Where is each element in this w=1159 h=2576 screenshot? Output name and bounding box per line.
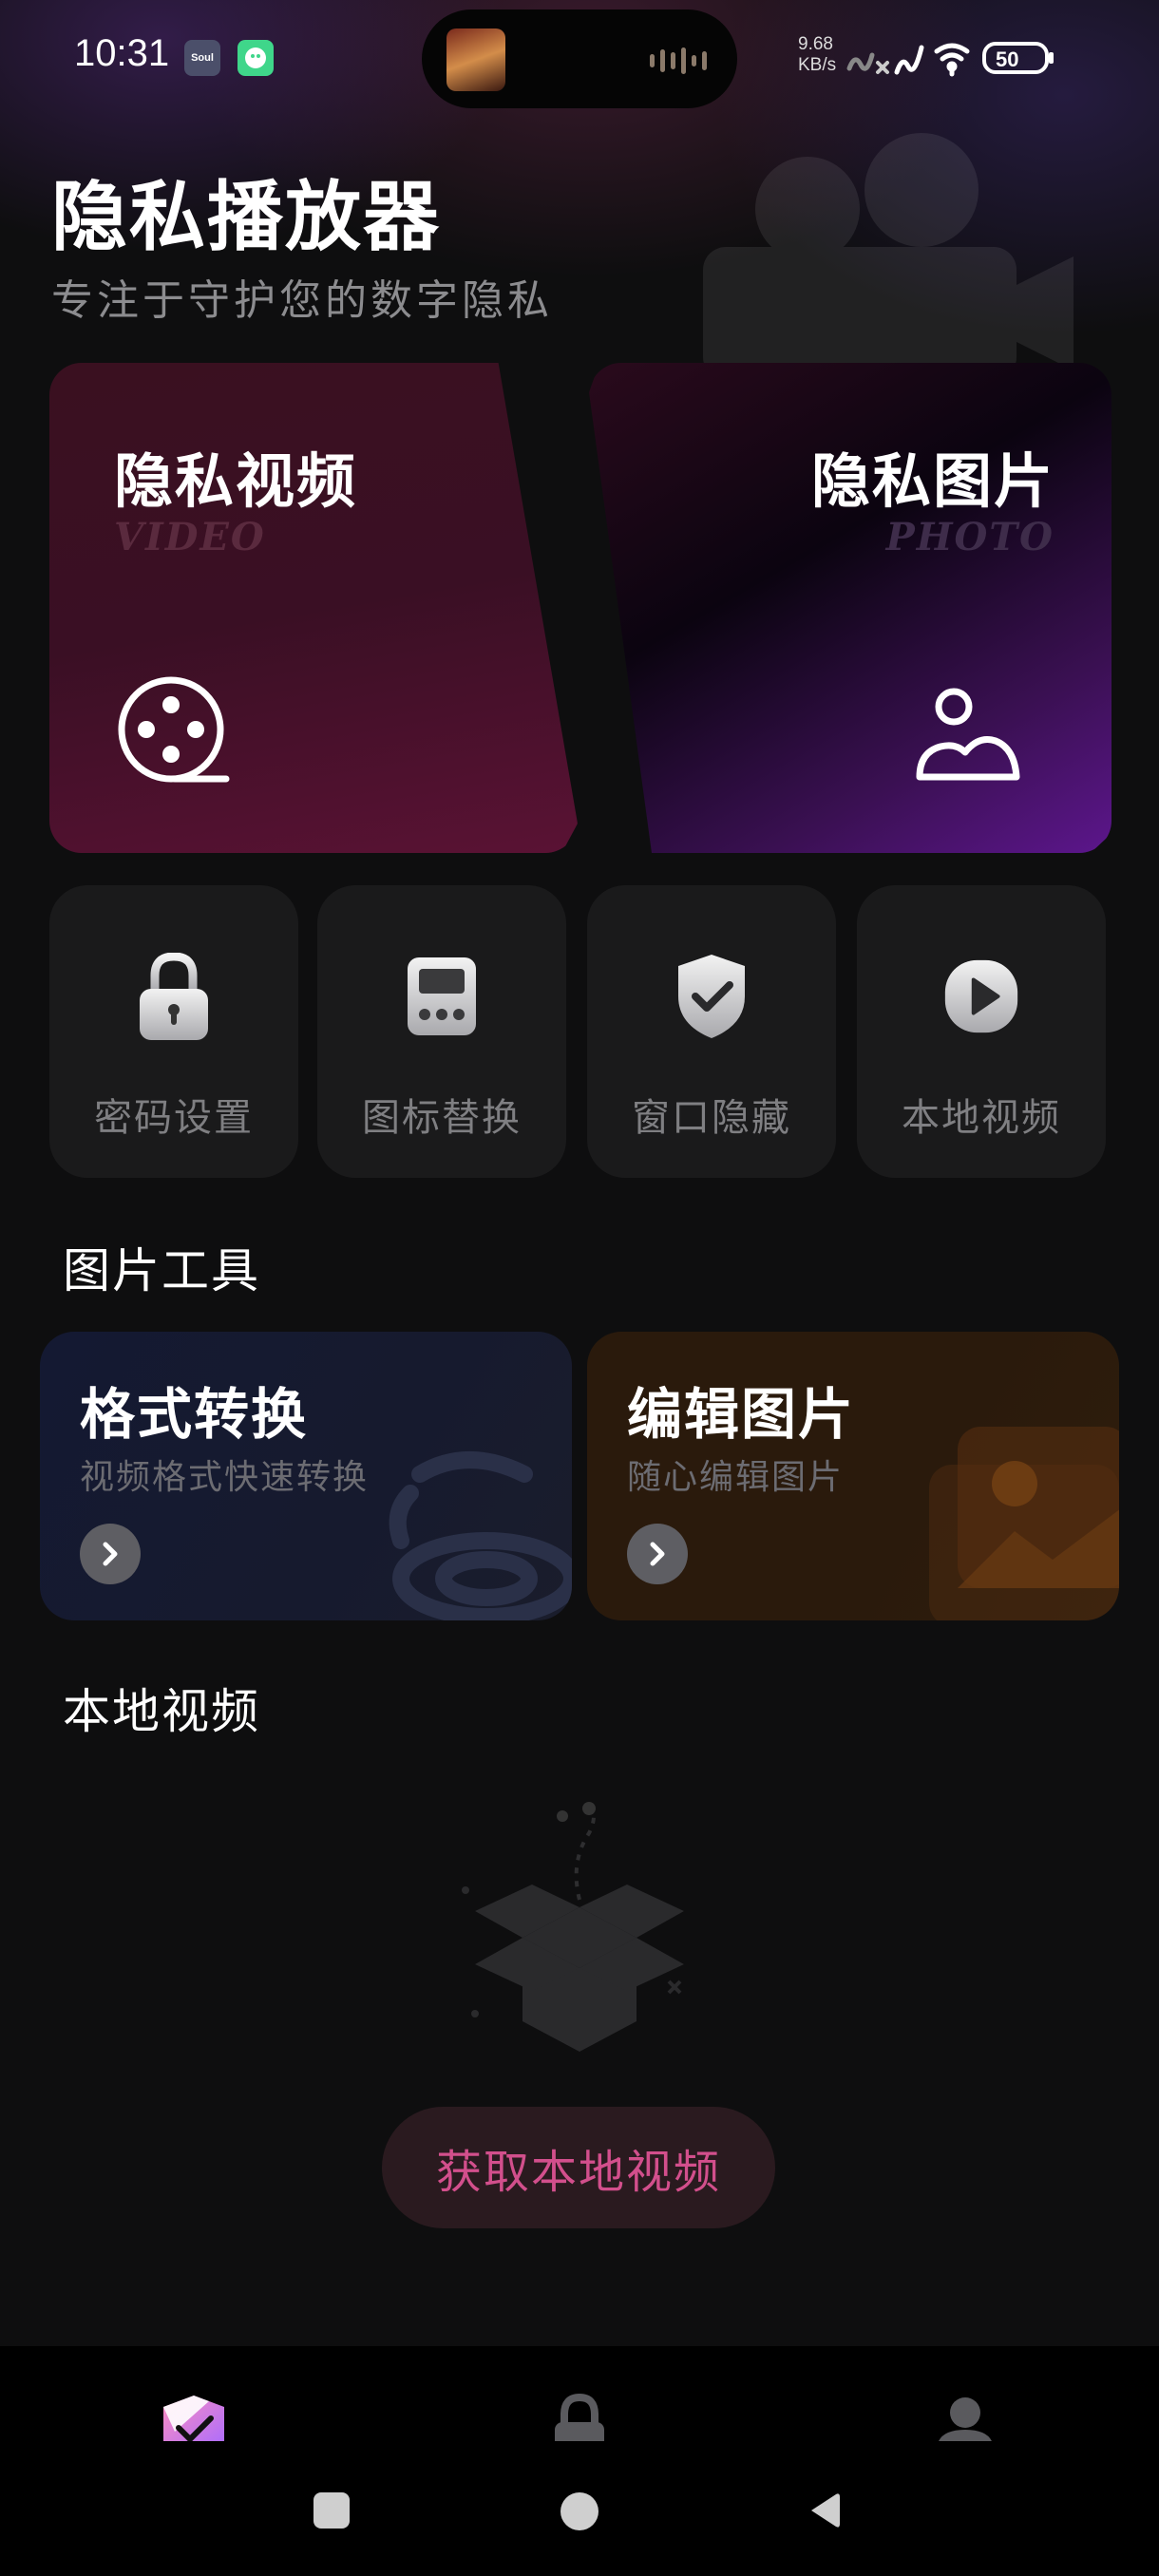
recents-button-icon[interactable]	[312, 2491, 352, 2530]
chat-app-icon	[238, 40, 274, 76]
format-convert-card[interactable]: 格式转换 视频格式快速转换	[40, 1332, 572, 1620]
clock: 10:31	[74, 32, 170, 74]
private-video-title: 隐私视频	[114, 446, 358, 516]
page-subtitle: 专注于守护您的数字隐私	[51, 276, 553, 325]
chevron-right-icon[interactable]	[80, 1524, 141, 1584]
landscape-photo-icon	[916, 688, 1020, 781]
shield-check-icon	[674, 954, 750, 1039]
play-icon	[943, 954, 1019, 1039]
window-hide-button[interactable]: 窗口隐藏	[587, 885, 836, 1178]
password-settings-label: 密码设置	[94, 1096, 254, 1140]
icon-replace-button[interactable]: 图标替换	[317, 885, 566, 1178]
format-convert-subtitle: 视频格式快速转换	[80, 1458, 370, 1497]
home-button-icon[interactable]	[559, 2491, 600, 2532]
now-playing-artwork	[446, 28, 505, 91]
local-video-label: 本地视频	[902, 1096, 1061, 1140]
convert-decor-icon	[389, 1451, 572, 1620]
svg-text:50: 50	[996, 47, 1018, 71]
local-video-heading: 本地视频	[63, 1684, 260, 1739]
bottom-tab-bar	[0, 2346, 1159, 2441]
edit-image-title: 编辑图片	[627, 1382, 856, 1447]
camera-decor-icon	[703, 133, 1074, 380]
edit-image-card[interactable]: 编辑图片 随心编辑图片	[587, 1332, 1119, 1620]
image-tools-heading: 图片工具	[63, 1243, 260, 1298]
profile-tab-icon	[939, 2397, 992, 2441]
private-photo-subtitle: PHOTO	[885, 515, 1054, 559]
status-bar: 10:31 Soul 9.68 KB/s 50	[0, 0, 1159, 114]
empty-box-icon	[462, 1801, 684, 2052]
private-video-subtitle: VIDEO	[114, 515, 266, 559]
soul-app-icon: Soul	[184, 40, 220, 76]
private-photo-card[interactable]: 隐私图片 PHOTO	[589, 363, 1112, 853]
film-reel-icon	[118, 676, 230, 783]
fetch-local-video-button[interactable]: 获取本地视频	[382, 2107, 775, 2228]
password-settings-button[interactable]: 密码设置	[49, 885, 298, 1178]
mobile-signal-icon	[894, 45, 924, 75]
private-video-card[interactable]: 隐私视频 VIDEO	[49, 363, 578, 853]
lock-icon	[136, 953, 212, 1040]
format-convert-title: 格式转换	[80, 1382, 309, 1447]
shield-check-tab-icon	[163, 2396, 224, 2441]
network-speed: 9.68 KB/s	[798, 34, 837, 75]
status-icons: 50	[846, 42, 1054, 77]
system-navigation-bar	[0, 2441, 1159, 2576]
dynamic-island[interactable]	[422, 9, 737, 108]
image-decor-icon	[929, 1427, 1119, 1620]
window-hide-label: 窗口隐藏	[632, 1096, 791, 1140]
private-photo-title: 隐私图片	[810, 446, 1054, 516]
local-video-button[interactable]: 本地视频	[857, 885, 1106, 1178]
tab-lock[interactable]	[542, 2394, 618, 2441]
tab-profile[interactable]	[927, 2394, 1003, 2441]
calculator-icon	[404, 954, 480, 1039]
page-title: 隐私播放器	[51, 173, 441, 261]
icon-replace-label: 图标替换	[362, 1096, 522, 1140]
chevron-right-icon[interactable]	[627, 1524, 688, 1584]
signal-x-icon	[876, 61, 889, 74]
lock-tab-icon	[555, 2394, 604, 2441]
audio-wave-icon	[650, 47, 707, 74]
tab-home[interactable]	[156, 2394, 232, 2441]
edit-image-subtitle: 随心编辑图片	[627, 1458, 845, 1497]
back-button-icon[interactable]	[806, 2491, 844, 2530]
mobile-signal-off-icon	[846, 52, 875, 71]
wifi-icon	[934, 43, 970, 77]
battery-icon: 50	[982, 42, 1054, 74]
